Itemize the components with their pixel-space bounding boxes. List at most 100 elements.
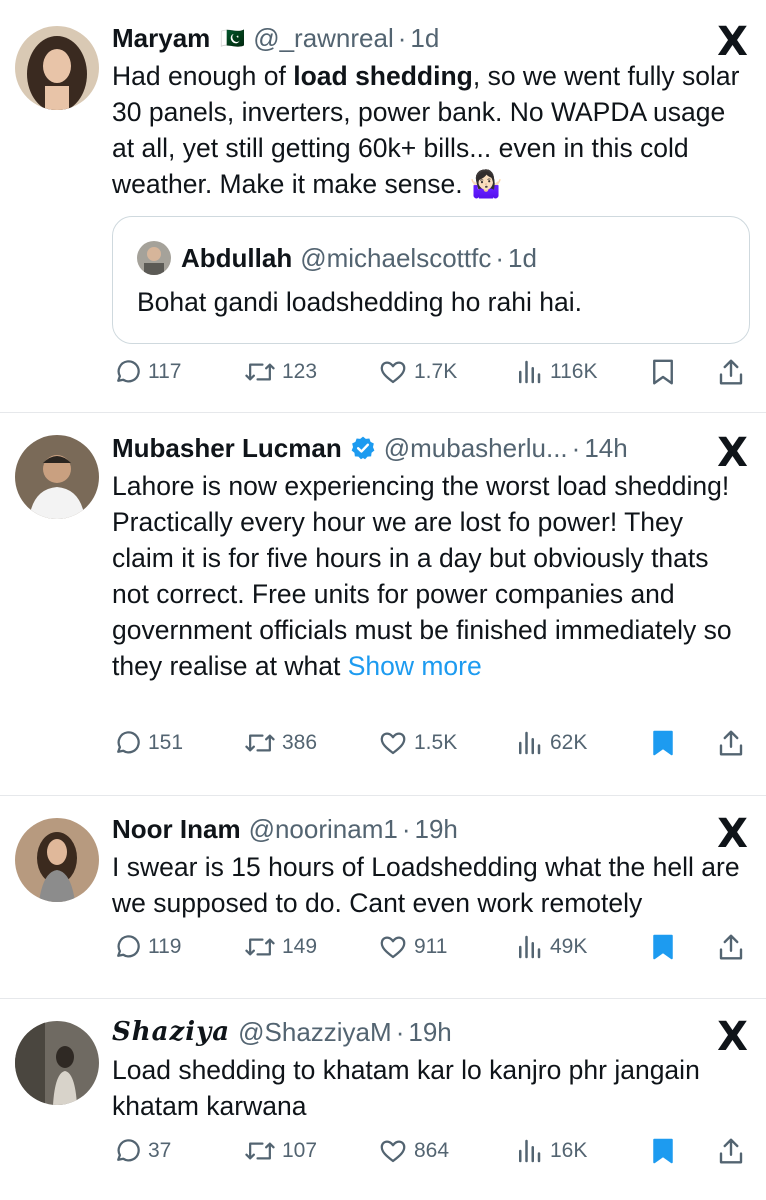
author-handle[interactable]: @_rawnreal (253, 23, 394, 54)
repost-count: 386 (282, 731, 318, 754)
repost-button[interactable]: 107 (244, 1136, 317, 1166)
separator-dot: · (495, 242, 505, 273)
show-more-link[interactable]: Show more (348, 651, 482, 681)
share-button[interactable] (716, 357, 746, 387)
author-handle[interactable]: @mubasherlu... (384, 433, 568, 464)
reply-button[interactable]: 117 (112, 357, 181, 387)
tweet-text: Lahore is now experiencing the worst loa… (112, 468, 746, 684)
verified-badge-icon (350, 435, 376, 461)
reply-icon (117, 360, 140, 383)
view-count: 49K (550, 935, 588, 958)
reply-icon (117, 1139, 140, 1162)
like-button[interactable]: 864 (378, 1136, 449, 1166)
tweet-text: Had enough of load shedding, so we went … (112, 58, 746, 202)
bookmark-button[interactable] (648, 728, 678, 758)
timestamp[interactable]: 1d (410, 23, 439, 54)
tweet[interactable]: Maryam 🇵🇰 @_rawnreal · 1d Had enough of … (0, 0, 766, 413)
view-count: 16K (550, 1139, 588, 1162)
action-bar: 119 149 911 49K (112, 932, 748, 966)
like-button[interactable]: 1.7K (378, 357, 457, 387)
view-count: 62K (550, 731, 588, 754)
x-logo-icon[interactable]: X (717, 22, 748, 62)
repost-button[interactable]: 123 (244, 357, 317, 387)
share-icon (719, 934, 743, 960)
author-name[interactable]: Mubasher Lucman (112, 433, 342, 464)
author-handle[interactable]: @ShazziyaM (238, 1017, 392, 1048)
action-bar: 151 386 1.5K 62K (112, 728, 748, 762)
tweet[interactable]: 𝑺𝒉𝒂𝒛𝒊𝒚𝒂 @ShazziyaM · 19h Load shedding t… (0, 999, 766, 1200)
bookmark-button[interactable] (648, 932, 678, 962)
repost-icon (245, 734, 275, 752)
timestamp[interactable]: 14h (584, 433, 627, 464)
tweet[interactable]: Mubasher Lucman @mubasherlu... · 14h Lah… (0, 413, 766, 796)
quote-header: Abdullah @michaelscottfc · 1d (181, 241, 537, 275)
views-icon (519, 360, 541, 384)
view-count: 116K (550, 360, 598, 383)
avatar[interactable] (15, 435, 99, 519)
avatar[interactable] (15, 818, 99, 902)
avatar[interactable] (15, 26, 99, 110)
views-button[interactable]: 62K (514, 728, 587, 758)
heart-icon (380, 936, 406, 959)
like-count: 864 (414, 1139, 450, 1162)
reply-icon (117, 935, 140, 958)
quoted-tweet[interactable]: Abdullah @michaelscottfc · 1d Bohat gand… (112, 216, 750, 344)
views-icon (519, 1139, 541, 1163)
author-name[interactable]: Noor Inam (112, 814, 241, 845)
repost-button[interactable]: 386 (244, 728, 317, 758)
bookmark-button[interactable] (648, 357, 678, 387)
quote-avatar (137, 241, 171, 275)
bookmark-button[interactable] (648, 1136, 678, 1166)
tweet-header: 𝑺𝒉𝒂𝒛𝒊𝒚𝒂 @ShazziyaM · 19h (112, 1014, 746, 1050)
x-logo-icon[interactable]: X (717, 433, 748, 473)
reply-button[interactable]: 37 (112, 1136, 171, 1166)
repost-count: 107 (282, 1139, 318, 1162)
quote-author-name: Abdullah (181, 242, 293, 273)
share-button[interactable] (716, 1136, 746, 1166)
reply-button[interactable]: 151 (112, 728, 183, 758)
avatar[interactable] (15, 1021, 99, 1105)
like-count: 1.7K (414, 360, 458, 383)
tweet-text-part: Lahore is now experiencing the worst loa… (112, 471, 732, 681)
heart-icon (380, 732, 406, 755)
author-name[interactable]: 𝑺𝒉𝒂𝒛𝒊𝒚𝒂 (112, 1017, 230, 1047)
bookmark-icon (653, 359, 673, 385)
share-icon (719, 359, 743, 385)
tweet-text: Load shedding to khatam kar lo kanjro ph… (112, 1055, 700, 1121)
bookmark-filled-icon (653, 1138, 673, 1164)
timestamp[interactable]: 19h (415, 814, 458, 845)
tweet-header: Maryam 🇵🇰 @_rawnreal · 1d (112, 20, 746, 56)
share-button[interactable] (716, 728, 746, 758)
tweet-text-part: Had enough of (112, 61, 294, 91)
tweet-text: I swear is 15 hours of Loadshedding what… (112, 852, 740, 918)
share-icon (719, 730, 743, 756)
reply-count: 37 (148, 1139, 172, 1162)
views-button[interactable]: 49K (514, 932, 587, 962)
bookmark-filled-icon (653, 730, 673, 756)
tweet[interactable]: Noor Inam @noorinam1 · 19h I swear is 15… (0, 796, 766, 999)
author-handle[interactable]: @noorinam1 (249, 814, 398, 845)
like-button[interactable]: 1.5K (378, 728, 457, 758)
views-button[interactable]: 116K (514, 357, 598, 387)
author-name[interactable]: Maryam (112, 23, 210, 54)
share-button[interactable] (716, 932, 746, 962)
repost-count: 149 (282, 935, 318, 958)
like-button[interactable]: 911 (378, 932, 447, 962)
action-bar: 37 107 864 16K (112, 1136, 748, 1170)
views-icon (519, 935, 541, 959)
timestamp[interactable]: 19h (408, 1017, 451, 1048)
reply-count: 119 (148, 935, 182, 958)
bookmark-filled-icon (653, 934, 673, 960)
quote-author-handle: @michaelscottfc (300, 242, 492, 273)
reply-button[interactable]: 119 (112, 932, 181, 962)
reply-count: 151 (148, 731, 184, 754)
x-logo-icon[interactable]: X (717, 814, 748, 854)
repost-button[interactable]: 149 (244, 932, 317, 962)
tweet-header: Mubasher Lucman @mubasherlu... · 14h (112, 430, 746, 466)
quote-text: Bohat gandi loadshedding ho rahi hai. (137, 287, 582, 317)
separator-dot: · (395, 1016, 405, 1047)
views-button[interactable]: 16K (514, 1136, 587, 1166)
x-logo-icon[interactable]: X (717, 1017, 748, 1057)
quote-timestamp: 1d (508, 242, 537, 273)
reply-count: 117 (148, 360, 182, 383)
